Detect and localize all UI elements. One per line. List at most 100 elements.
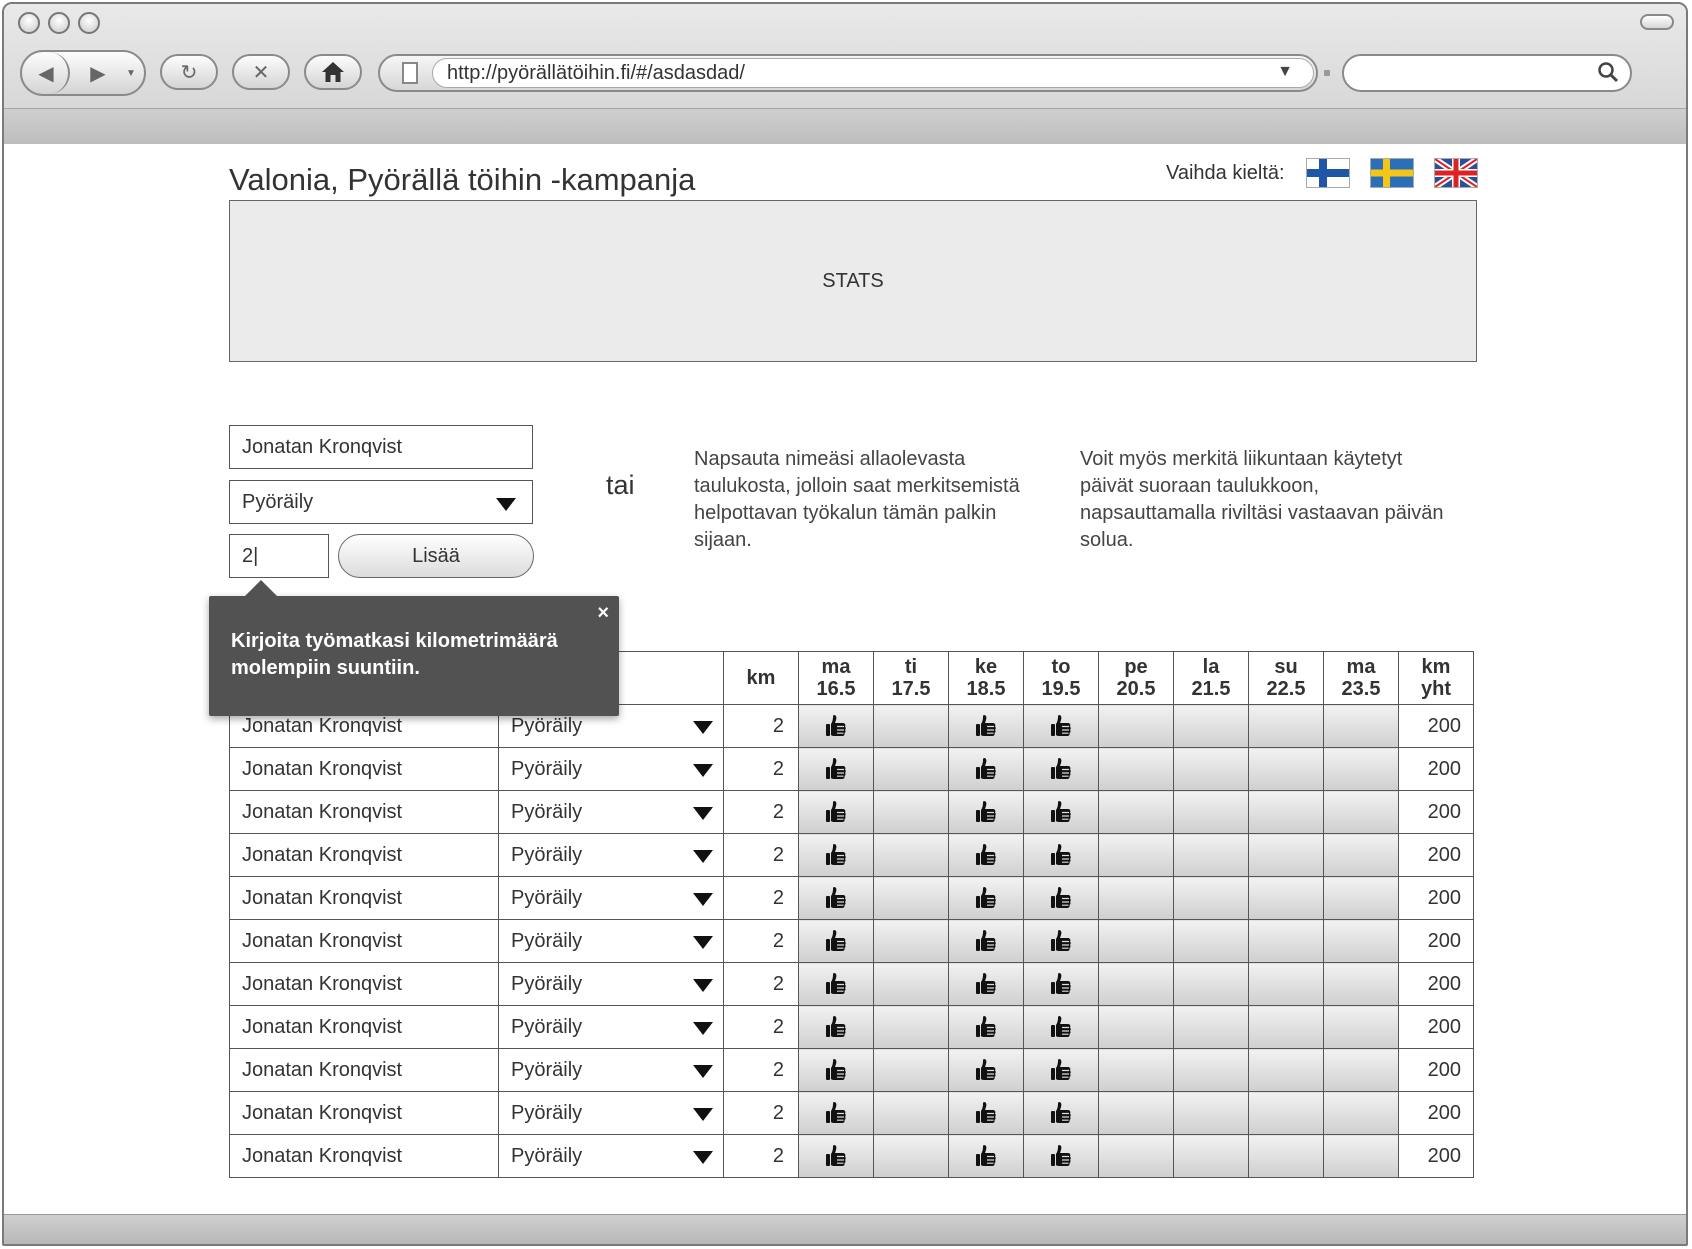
day-cell[interactable] bbox=[948, 876, 1024, 920]
table-row[interactable]: Jonatan Kronqvist Pyöräily 2 200 bbox=[229, 790, 1474, 834]
day-cell[interactable] bbox=[1248, 833, 1324, 877]
flag-sweden-icon[interactable] bbox=[1370, 158, 1414, 188]
day-cell[interactable] bbox=[798, 919, 874, 963]
day-cell[interactable] bbox=[873, 1091, 949, 1135]
table-row[interactable]: Jonatan Kronqvist Pyöräily 2 200 bbox=[229, 833, 1474, 877]
header-day[interactable]: su 22.5 bbox=[1248, 651, 1324, 705]
day-cell[interactable] bbox=[1023, 1134, 1099, 1178]
url-input[interactable]: http://pyörällätöihin.fi/#/asdasdad/ ▼ bbox=[432, 58, 1314, 88]
row-mode-select[interactable]: Pyöräily bbox=[498, 790, 724, 834]
day-cell[interactable] bbox=[873, 704, 949, 748]
row-mode-select[interactable]: Pyöräily bbox=[498, 833, 724, 877]
day-cell[interactable] bbox=[1323, 962, 1399, 1006]
day-cell[interactable] bbox=[1173, 919, 1249, 963]
day-cell[interactable] bbox=[1098, 833, 1174, 877]
day-cell[interactable] bbox=[1173, 1091, 1249, 1135]
day-cell[interactable] bbox=[948, 919, 1024, 963]
row-mode-select[interactable]: Pyöräily bbox=[498, 1005, 724, 1049]
row-mode-select[interactable]: Pyöräily bbox=[498, 747, 724, 791]
reload-button[interactable]: ↻ bbox=[160, 54, 218, 90]
day-cell[interactable] bbox=[798, 790, 874, 834]
day-cell[interactable] bbox=[873, 790, 949, 834]
day-cell[interactable] bbox=[1173, 1134, 1249, 1178]
minimize-window-icon[interactable] bbox=[48, 12, 70, 34]
day-cell[interactable] bbox=[873, 876, 949, 920]
day-cell[interactable] bbox=[873, 1048, 949, 1092]
row-mode-select[interactable]: Pyöräily bbox=[498, 1048, 724, 1092]
day-cell[interactable] bbox=[1098, 962, 1174, 1006]
row-mode-select[interactable]: Pyöräily bbox=[498, 1134, 724, 1178]
day-cell[interactable] bbox=[798, 747, 874, 791]
header-day[interactable]: to 19.5 bbox=[1023, 651, 1099, 705]
row-name-cell[interactable]: Jonatan Kronqvist bbox=[229, 1091, 499, 1135]
table-row[interactable]: Jonatan Kronqvist Pyöräily 2 200 bbox=[229, 1091, 1474, 1135]
day-cell[interactable] bbox=[1023, 747, 1099, 791]
km-input[interactable]: 2| bbox=[229, 534, 329, 578]
day-cell[interactable] bbox=[798, 1091, 874, 1135]
table-row[interactable]: Jonatan Kronqvist Pyöräily 2 200 bbox=[229, 1134, 1474, 1178]
day-cell[interactable] bbox=[948, 1134, 1024, 1178]
day-cell[interactable] bbox=[873, 833, 949, 877]
day-cell[interactable] bbox=[1098, 919, 1174, 963]
toolbar-toggle-icon[interactable] bbox=[1640, 14, 1674, 30]
day-cell[interactable] bbox=[1098, 1005, 1174, 1049]
day-cell[interactable] bbox=[1323, 833, 1399, 877]
day-cell[interactable] bbox=[798, 1005, 874, 1049]
table-row[interactable]: Jonatan Kronqvist Pyöräily 2 200 bbox=[229, 919, 1474, 963]
day-cell[interactable] bbox=[873, 1134, 949, 1178]
row-mode-select[interactable]: Pyöräily bbox=[498, 1091, 724, 1135]
home-button[interactable] bbox=[304, 54, 362, 90]
day-cell[interactable] bbox=[1173, 1048, 1249, 1092]
header-day[interactable]: ke 18.5 bbox=[948, 651, 1024, 705]
day-cell[interactable] bbox=[1248, 790, 1324, 834]
day-cell[interactable] bbox=[1098, 876, 1174, 920]
row-mode-select[interactable]: Pyöräily bbox=[498, 876, 724, 920]
row-mode-select[interactable]: Pyöräily bbox=[498, 962, 724, 1006]
header-day[interactable]: ma 16.5 bbox=[798, 651, 874, 705]
table-row[interactable]: Jonatan Kronqvist Pyöräily 2 200 bbox=[229, 747, 1474, 791]
back-button[interactable]: ◀ bbox=[24, 52, 70, 94]
row-name-cell[interactable]: Jonatan Kronqvist bbox=[229, 919, 499, 963]
row-name-cell[interactable]: Jonatan Kronqvist bbox=[229, 962, 499, 1006]
header-day[interactable]: ti 17.5 bbox=[873, 651, 949, 705]
row-name-cell[interactable]: Jonatan Kronqvist bbox=[229, 833, 499, 877]
day-cell[interactable] bbox=[948, 833, 1024, 877]
table-row[interactable]: Jonatan Kronqvist Pyöräily 2 200 bbox=[229, 876, 1474, 920]
row-name-cell[interactable]: Jonatan Kronqvist bbox=[229, 1005, 499, 1049]
day-cell[interactable] bbox=[1023, 790, 1099, 834]
day-cell[interactable] bbox=[1098, 704, 1174, 748]
day-cell[interactable] bbox=[798, 833, 874, 877]
row-name-cell[interactable]: Jonatan Kronqvist bbox=[229, 876, 499, 920]
forward-button[interactable]: ▶ bbox=[78, 52, 118, 94]
day-cell[interactable] bbox=[798, 1048, 874, 1092]
day-cell[interactable] bbox=[948, 747, 1024, 791]
row-mode-select[interactable]: Pyöräily bbox=[498, 919, 724, 963]
day-cell[interactable] bbox=[1323, 919, 1399, 963]
day-cell[interactable] bbox=[1323, 1091, 1399, 1135]
day-cell[interactable] bbox=[1173, 790, 1249, 834]
day-cell[interactable] bbox=[1173, 876, 1249, 920]
row-name-cell[interactable]: Jonatan Kronqvist bbox=[229, 1134, 499, 1178]
stop-button[interactable]: ✕ bbox=[232, 54, 290, 90]
header-day[interactable]: ma 23.5 bbox=[1323, 651, 1399, 705]
search-input[interactable] bbox=[1342, 54, 1632, 92]
tooltip-close-button[interactable]: × bbox=[597, 602, 609, 625]
day-cell[interactable] bbox=[798, 962, 874, 1006]
day-cell[interactable] bbox=[1023, 1048, 1099, 1092]
day-cell[interactable] bbox=[1248, 919, 1324, 963]
table-row[interactable]: Jonatan Kronqvist Pyöräily 2 200 bbox=[229, 962, 1474, 1006]
day-cell[interactable] bbox=[1023, 1091, 1099, 1135]
day-cell[interactable] bbox=[873, 919, 949, 963]
day-cell[interactable] bbox=[948, 1091, 1024, 1135]
url-dropdown-icon[interactable]: ▼ bbox=[1277, 63, 1293, 81]
day-cell[interactable] bbox=[1248, 876, 1324, 920]
close-window-icon[interactable] bbox=[18, 12, 40, 34]
day-cell[interactable] bbox=[1248, 1134, 1324, 1178]
day-cell[interactable] bbox=[1098, 747, 1174, 791]
zoom-window-icon[interactable] bbox=[78, 12, 100, 34]
day-cell[interactable] bbox=[1173, 704, 1249, 748]
day-cell[interactable] bbox=[1098, 790, 1174, 834]
day-cell[interactable] bbox=[1023, 962, 1099, 1006]
day-cell[interactable] bbox=[1173, 962, 1249, 1006]
day-cell[interactable] bbox=[1248, 1048, 1324, 1092]
